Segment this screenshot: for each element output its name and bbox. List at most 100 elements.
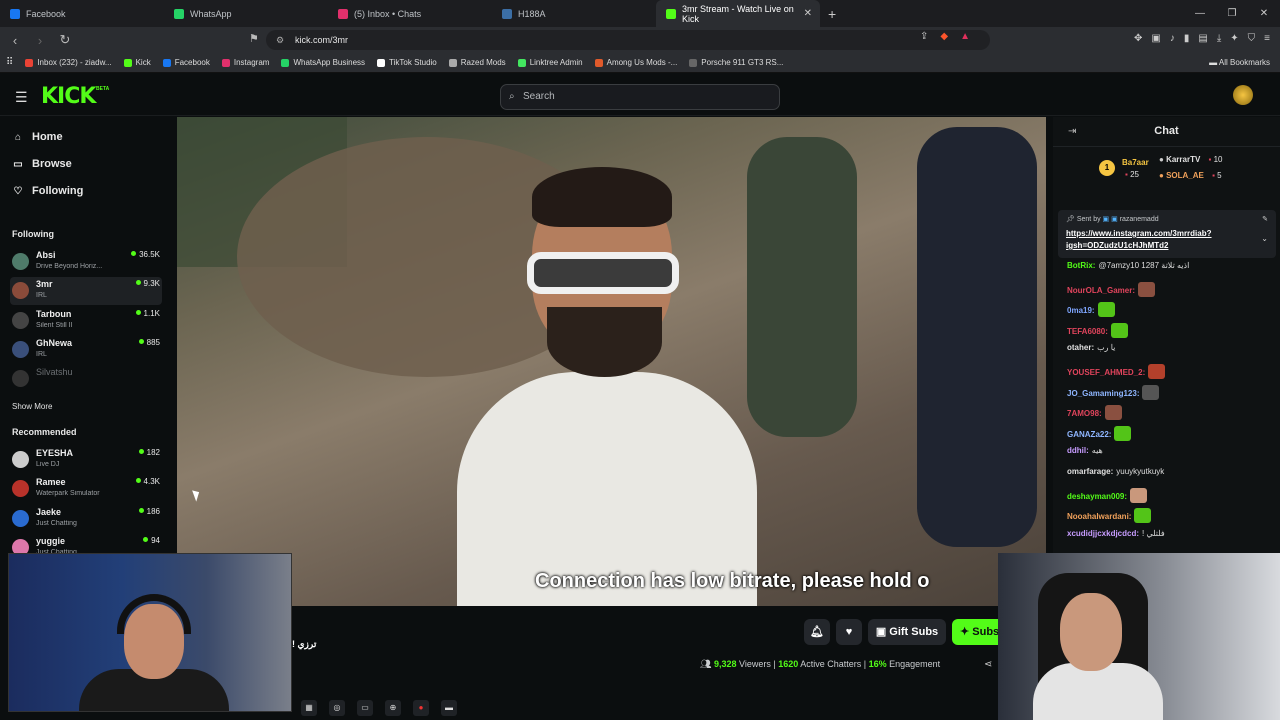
chat-username[interactable]: TEFA6080:	[1067, 327, 1108, 336]
sidebar-channel[interactable]: Tarboun Silent Still II 1.1K	[10, 307, 162, 335]
user-avatar[interactable]	[1233, 85, 1253, 105]
bookmark-item[interactable]: Inbox (232) - ziadw...	[19, 58, 117, 67]
browser-tab[interactable]: (5) Inbox • Chats	[328, 0, 492, 27]
bookmark-item[interactable]: Among Us Mods -...	[589, 58, 684, 67]
sidebar-nav-following[interactable]: ♡ Following	[12, 185, 84, 197]
browser-tab[interactable]: 3mr Stream - Watch Live on Kick ✕	[656, 0, 820, 27]
expand-pin-icon[interactable]: ⌄	[1261, 234, 1268, 243]
bookmark-item[interactable]: Kick	[118, 58, 157, 67]
brave-rewards-icon[interactable]: ▲	[960, 31, 970, 42]
video-player[interactable]: Connection has low bitrate, please hold …	[177, 117, 1046, 606]
wallet-icon[interactable]: ▤	[1198, 33, 1207, 44]
sidebar-icon[interactable]: ▮	[1184, 33, 1190, 44]
new-tab-button[interactable]: +	[828, 6, 836, 22]
chat-username[interactable]: Nooahalwardani:	[1067, 512, 1131, 521]
sidebar-nav-home[interactable]: ⌂ Home	[12, 131, 63, 143]
browser-tab[interactable]: H188A	[492, 0, 656, 27]
music-icon[interactable]: ♪	[1170, 33, 1175, 44]
chat-username[interactable]: xcudidjjcxkdjcdcd:	[1067, 529, 1139, 538]
menu-icon[interactable]: ≡	[1264, 33, 1270, 44]
address-bar-row: ‹ › ↻ ⚑ ⚙ kick.com/3mr ⇪ ◆ ▲ ✥ ▣ ♪ ▮ ▤ ⤓…	[0, 27, 1280, 53]
forward-icon[interactable]: ›	[30, 33, 50, 48]
bookmark-item[interactable]: WhatsApp Business	[275, 58, 371, 67]
bookmark-icon[interactable]: ⚑	[249, 32, 259, 45]
taskbar-app-icon[interactable]: ▭	[357, 700, 373, 716]
browser-tab[interactable]: Facebook	[0, 0, 164, 27]
browser-tab[interactable]: WhatsApp	[164, 0, 328, 27]
notification-bell-button[interactable]: 🔔︎	[804, 619, 830, 645]
chat-username[interactable]: NourOLA_Gamer:	[1067, 286, 1135, 295]
chat-username[interactable]: deshayman009:	[1067, 492, 1127, 501]
downloads-icon[interactable]: ⤓	[1217, 33, 1221, 44]
window-controls: — ❐ ✕	[1184, 0, 1280, 27]
all-bookmarks-button[interactable]: ▬ All Bookmarks	[1209, 58, 1270, 67]
puzzle-icon[interactable]: ✥	[1134, 33, 1142, 44]
show-more-button[interactable]: Show More	[12, 402, 52, 411]
bookmarks-bar: ⠿ Inbox (232) - ziadw... Kick Facebook Inst…	[0, 53, 1280, 73]
chat-username[interactable]: ddhil:	[1067, 446, 1089, 455]
unpin-icon[interactable]: ✎	[1262, 215, 1268, 223]
minimize-button[interactable]: —	[1184, 0, 1216, 27]
chat-leader-2[interactable]: ● KarrarTV ▪ 10	[1159, 155, 1223, 164]
sidebar-channel[interactable]: Absi Drive Beyond Horiz... 36.5K	[10, 248, 162, 276]
gift-subs-button[interactable]: ▣ Gift Subs	[868, 619, 946, 645]
extension-icons: ✥ ▣ ♪ ▮ ▤ ⤓ ✦ ⛉ ≡	[1134, 33, 1270, 44]
close-window-button[interactable]: ✕	[1248, 0, 1280, 27]
taskbar-terminal-icon[interactable]: ▬	[441, 700, 457, 716]
apps-icon[interactable]: ⠿	[0, 57, 19, 68]
chat-username[interactable]: YOUSEF_AHMED_2:	[1067, 368, 1145, 377]
share-stream-icon[interactable]: ⋖	[984, 659, 992, 670]
chat-leader-3[interactable]: ● SOLA_AE ▪ 5	[1159, 171, 1222, 180]
bookmark-item[interactable]: Facebook	[157, 58, 216, 67]
maximize-button[interactable]: ❐	[1216, 0, 1248, 27]
vpn-icon[interactable]: ⛉	[1248, 33, 1256, 44]
share-icon[interactable]: ⇪	[920, 31, 928, 42]
site-settings-icon[interactable]: ⚙	[276, 30, 284, 50]
back-icon[interactable]: ‹	[5, 33, 25, 48]
sidebar-channel[interactable]: Silvatshu	[10, 365, 162, 393]
bystander-figure	[917, 127, 1037, 547]
close-tab-icon[interactable]: ✕	[804, 8, 812, 19]
sidebar-channel[interactable]: Ramee Waterpark Simulator 4.3K	[10, 475, 162, 503]
sidebar-nav-browse[interactable]: ▭ Browse	[12, 158, 71, 170]
chat-username[interactable]: 7AMO98:	[1067, 409, 1102, 418]
bookmark-item[interactable]: Linktree Admin	[512, 58, 589, 67]
sidebar-channel[interactable]: Jaeke Just Chatting 186	[10, 505, 162, 533]
chat-username[interactable]: otaher:	[1067, 343, 1094, 352]
tab-favicon	[174, 8, 184, 19]
reload-icon[interactable]: ↻	[55, 32, 75, 48]
sidebar-channel[interactable]: GhNewa IRL 885	[10, 336, 162, 364]
kick-logo[interactable]: KICK	[41, 84, 96, 109]
sidebar-channel[interactable]: 3mr IRL 9.3K	[10, 277, 162, 306]
chat-username[interactable]: 0ma19:	[1067, 306, 1095, 315]
search-input[interactable]: ⌕ Search	[500, 84, 780, 110]
gift-icon: ▣	[875, 626, 890, 638]
taskbar-app-icon[interactable]: ▦	[301, 700, 317, 716]
channel-category: Waterpark Simulator	[36, 490, 100, 498]
chat-username[interactable]: BotRix:	[1067, 261, 1095, 270]
pinned-link[interactable]: https://www.instagram.com/3mrrdiab?igsh=…	[1066, 228, 1251, 252]
screenshot-icon[interactable]: ▣	[1151, 33, 1160, 44]
chat-message: otaher: يا رب	[1067, 343, 1115, 352]
subscribe-label: Subs	[972, 626, 1000, 638]
ai-icon[interactable]: ✦	[1230, 33, 1238, 44]
brave-shield-icon[interactable]: ◆	[940, 31, 948, 42]
follow-button[interactable]: ♥	[836, 619, 862, 645]
taskbar-app-icon[interactable]: ⊕	[385, 700, 401, 716]
sidebar-channel[interactable]: EYESHA Live DJ 182	[10, 446, 162, 474]
chat-username[interactable]: JO_Gamaming123:	[1067, 389, 1139, 398]
channel-avatar	[12, 480, 29, 498]
taskbar-app-icon[interactable]: ◎	[329, 700, 345, 716]
hamburger-menu-icon[interactable]: ☰	[15, 89, 28, 106]
bookmark-item[interactable]: TikTok Studio	[371, 58, 443, 67]
chat-emote	[1134, 508, 1152, 524]
viewers-count: 9,328	[713, 659, 737, 669]
taskbar-record-icon[interactable]: ●	[413, 700, 429, 716]
chat-username[interactable]: GANAZa22:	[1067, 430, 1111, 439]
bookmark-item[interactable]: Porsche 911 GT3 RS...	[683, 58, 789, 67]
bookmark-item[interactable]: Razed Mods	[443, 58, 512, 67]
url-field[interactable]: ⚙ kick.com/3mr	[266, 30, 990, 50]
chat-username[interactable]: omarfarage:	[1067, 467, 1113, 476]
chat-leader-1[interactable]: 1	[1099, 157, 1119, 176]
bookmark-item[interactable]: Instagram	[216, 58, 276, 67]
